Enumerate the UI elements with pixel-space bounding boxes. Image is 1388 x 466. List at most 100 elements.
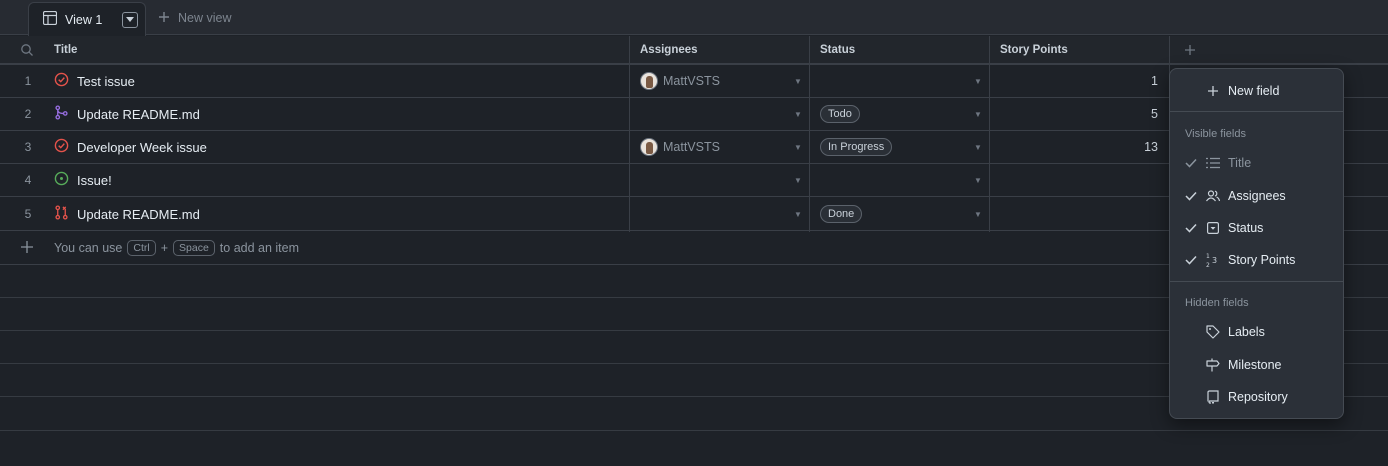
- story-points-cell[interactable]: [990, 164, 1158, 196]
- new-view-label: New view: [178, 11, 232, 25]
- check-icon: [1184, 158, 1198, 168]
- single-select-icon: [1206, 222, 1220, 234]
- chevron-down-icon[interactable]: ▼: [974, 131, 982, 163]
- menu-label: Labels: [1228, 325, 1265, 339]
- check-icon: [1184, 191, 1198, 201]
- chevron-down-icon[interactable]: ▼: [794, 131, 802, 163]
- chevron-down-icon[interactable]: ▼: [974, 65, 982, 97]
- people-icon: [1206, 190, 1220, 202]
- menu-label: Status: [1228, 221, 1264, 235]
- pull-request-closed-icon: [54, 205, 69, 223]
- plus-icon: [158, 11, 170, 26]
- table-icon: [42, 10, 58, 28]
- status-badge[interactable]: In Progress: [820, 138, 893, 156]
- new-field-button[interactable]: New field: [1170, 77, 1343, 105]
- story-points-cell[interactable]: 13: [990, 131, 1158, 163]
- field-menu: New field Visible fields Title Assignees…: [1169, 68, 1344, 419]
- story-points-cell[interactable]: 5: [990, 98, 1158, 130]
- status-badge[interactable]: Done: [820, 205, 863, 223]
- chevron-down-icon[interactable]: ▼: [974, 98, 982, 130]
- title-cell[interactable]: Issue!: [54, 164, 112, 196]
- title-cell[interactable]: Developer Week issue: [54, 131, 207, 163]
- list-icon: [1206, 157, 1220, 169]
- hint-text: You can use: [54, 241, 123, 255]
- table-header: Title Assignees Status Story Points: [0, 36, 1388, 65]
- issue-open-icon: [54, 171, 69, 189]
- field-toggle-assignees[interactable]: Assignees: [1170, 182, 1343, 210]
- issue-closed-icon: [54, 138, 69, 156]
- chevron-down-icon[interactable]: ▼: [794, 98, 802, 130]
- pull-request-merged-icon: [54, 105, 69, 123]
- issue-title[interactable]: Developer Week issue: [77, 140, 207, 155]
- field-toggle-milestone[interactable]: Milestone: [1170, 351, 1343, 379]
- assignee-cell[interactable]: MattVSTS: [640, 131, 720, 163]
- visible-fields-heading: Visible fields: [1185, 128, 1246, 140]
- column-header-assignees[interactable]: Assignees: [640, 36, 698, 63]
- view-tabbar: View 1 New view: [0, 0, 1388, 36]
- svg-text:1: 1: [1206, 253, 1210, 260]
- hint-plus: +: [160, 241, 169, 255]
- menu-label: New field: [1228, 84, 1280, 98]
- menu-label: Assignees: [1228, 189, 1286, 203]
- add-field-button[interactable]: [1184, 36, 1196, 63]
- menu-label: Repository: [1228, 390, 1288, 404]
- issue-title[interactable]: Update README.md: [77, 107, 200, 122]
- check-icon: [1184, 255, 1198, 265]
- field-toggle-status[interactable]: Status: [1170, 214, 1343, 242]
- story-points-cell[interactable]: [990, 198, 1158, 230]
- chevron-down-icon[interactable]: ▼: [794, 164, 802, 196]
- field-toggle-story-points[interactable]: 1 23 Story Points: [1170, 246, 1343, 274]
- new-view-button[interactable]: New view: [158, 8, 232, 28]
- chevron-down-icon[interactable]: ▼: [974, 164, 982, 196]
- tag-icon: [1206, 325, 1220, 339]
- column-header-title[interactable]: Title: [54, 36, 77, 63]
- kbd-ctrl: Ctrl: [127, 240, 156, 256]
- assignee-name: MattVSTS: [663, 140, 720, 154]
- row-number: 1: [24, 74, 32, 88]
- issue-title[interactable]: Issue!: [77, 173, 112, 188]
- assignee-cell[interactable]: MattVSTS: [640, 65, 720, 97]
- chevron-down-icon: [126, 17, 135, 22]
- assignee-name: MattVSTS: [663, 74, 720, 88]
- row-number: 5: [24, 207, 32, 221]
- menu-divider: [1170, 111, 1343, 112]
- repo-icon: [1206, 390, 1220, 404]
- check-icon: [1184, 223, 1198, 233]
- kbd-space: Space: [173, 240, 215, 256]
- chevron-down-icon[interactable]: ▼: [794, 65, 802, 97]
- row-number: 2: [24, 107, 32, 121]
- view-options-button[interactable]: [122, 11, 139, 28]
- milestone-icon: [1206, 358, 1220, 372]
- status-badge[interactable]: Todo: [820, 105, 860, 123]
- column-header-status[interactable]: Status: [820, 36, 855, 63]
- avatar: [640, 72, 658, 90]
- row-number: 3: [24, 140, 32, 154]
- title-cell[interactable]: Update README.md: [54, 198, 200, 230]
- field-toggle-repository[interactable]: Repository: [1170, 383, 1343, 411]
- title-cell[interactable]: Test issue: [54, 65, 135, 97]
- issue-title[interactable]: Test issue: [77, 74, 135, 89]
- menu-label: Title: [1228, 156, 1252, 170]
- story-points-cell[interactable]: 1: [990, 65, 1158, 97]
- svg-text:3: 3: [1212, 256, 1217, 265]
- chevron-down-icon[interactable]: ▼: [974, 198, 982, 230]
- number-icon: 1 23: [1206, 252, 1220, 268]
- issue-title[interactable]: Update README.md: [77, 207, 200, 222]
- menu-divider: [1170, 281, 1343, 282]
- column-header-story-points[interactable]: Story Points: [1000, 36, 1068, 63]
- plus-icon: [1185, 44, 1195, 55]
- menu-label: Milestone: [1228, 358, 1282, 372]
- menu-label: Story Points: [1228, 253, 1296, 267]
- tab-view-1[interactable]: View 1: [28, 2, 146, 36]
- plus-icon[interactable]: [20, 240, 34, 259]
- plus-icon: [1206, 85, 1220, 97]
- issue-closed-icon: [54, 72, 69, 90]
- title-cell[interactable]: Update README.md: [54, 98, 200, 130]
- search-icon[interactable]: [20, 36, 34, 63]
- hidden-fields-heading: Hidden fields: [1185, 297, 1249, 309]
- svg-text:2: 2: [1206, 262, 1210, 268]
- field-toggle-title[interactable]: Title: [1170, 149, 1343, 177]
- tab-label: View 1: [65, 12, 103, 27]
- chevron-down-icon[interactable]: ▼: [794, 198, 802, 230]
- field-toggle-labels[interactable]: Labels: [1170, 318, 1343, 346]
